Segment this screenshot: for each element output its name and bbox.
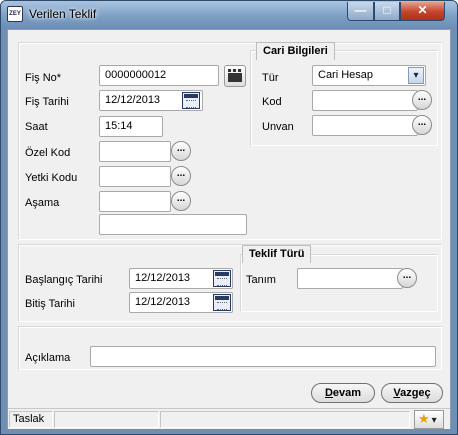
asama-ellipsis-button[interactable]: ... <box>171 191 191 211</box>
vazgec-button[interactable]: Vazgeç <box>381 383 443 403</box>
ozel-kod-ellipsis-button[interactable]: ... <box>171 141 191 161</box>
baslangic-label: Başlangıç Tarihi <box>25 274 103 286</box>
yetki-kodu-label: Yetki Kodu <box>25 172 78 184</box>
asama-label: Aşama <box>25 197 60 209</box>
unvan-label: Unvan <box>262 121 294 133</box>
app-icon: ZEY <box>7 6 23 22</box>
tanim-field[interactable] <box>297 268 403 289</box>
kod-label: Kod <box>262 96 282 108</box>
ozel-kod-field[interactable] <box>99 141 171 162</box>
calendar-icon[interactable] <box>182 92 200 109</box>
vazgec-label: azgeç <box>400 387 431 399</box>
kod-field[interactable] <box>312 90 418 111</box>
fis-no-label: Fiş No* <box>25 72 62 84</box>
fis-no-field[interactable]: 0000000012 <box>99 65 219 86</box>
asama-description-field[interactable] <box>99 214 247 235</box>
tanim-ellipsis-button[interactable]: ... <box>397 268 417 288</box>
yetki-kodu-field[interactable] <box>99 166 171 187</box>
aciklama-label: Açıklama <box>25 352 71 364</box>
tanim-label: Tanım <box>246 274 276 286</box>
asama-field[interactable] <box>99 191 171 212</box>
unvan-field[interactable] <box>312 115 418 136</box>
saat-label: Saat <box>25 121 48 133</box>
devam-button[interactable]: Devam <box>311 383 375 403</box>
tur-label: Tür <box>262 72 279 84</box>
devam-mnemonic: D <box>324 387 333 399</box>
star-glyph: ★ <box>418 411 430 426</box>
chevron-down-icon[interactable]: ▾ <box>408 67 424 84</box>
aciklama-field[interactable] <box>90 346 436 367</box>
calendar-icon[interactable] <box>213 294 231 311</box>
maximize-button[interactable]: □ <box>374 2 400 21</box>
window-title: Verilen Teklif <box>29 7 97 21</box>
yetki-kodu-ellipsis-button[interactable]: ... <box>171 166 191 186</box>
star-icon[interactable]: ★ ▾ <box>414 410 444 429</box>
teklif-group-title: Teklif Türü <box>242 245 312 263</box>
title-bar[interactable]: ZEY Verilen Teklif — □ ✕ <box>1 1 457 29</box>
ozel-kod-label: Özel Kod <box>25 147 71 159</box>
form-body: Cari Bilgileri Fiş No* 0000000012 Fiş Ta… <box>7 29 451 429</box>
calendar-icon[interactable] <box>213 270 231 287</box>
cari-group-title: Cari Bilgileri <box>256 42 335 60</box>
minimize-button[interactable]: — <box>347 2 374 21</box>
status-bar: Taslak ★ ▾ <box>8 408 450 429</box>
status-cell <box>160 411 410 428</box>
window: ZEY Verilen Teklif — □ ✕ Cari Bilgileri … <box>0 0 458 435</box>
devam-label: evam <box>332 387 362 399</box>
clapper-icon[interactable] <box>224 65 246 87</box>
status-cell <box>54 411 159 428</box>
bitis-label: Bitiş Tarihi <box>25 298 75 310</box>
fis-tarihi-label: Fiş Tarihi <box>25 96 69 108</box>
close-button[interactable]: ✕ <box>400 2 445 21</box>
saat-field[interactable]: 15:14 <box>99 116 163 137</box>
kod-ellipsis-button[interactable]: ... <box>412 90 432 110</box>
chevron-down-icon: ▾ <box>431 415 437 426</box>
unvan-ellipsis-button[interactable]: ... <box>412 115 432 135</box>
status-text: Taslak <box>9 411 53 428</box>
